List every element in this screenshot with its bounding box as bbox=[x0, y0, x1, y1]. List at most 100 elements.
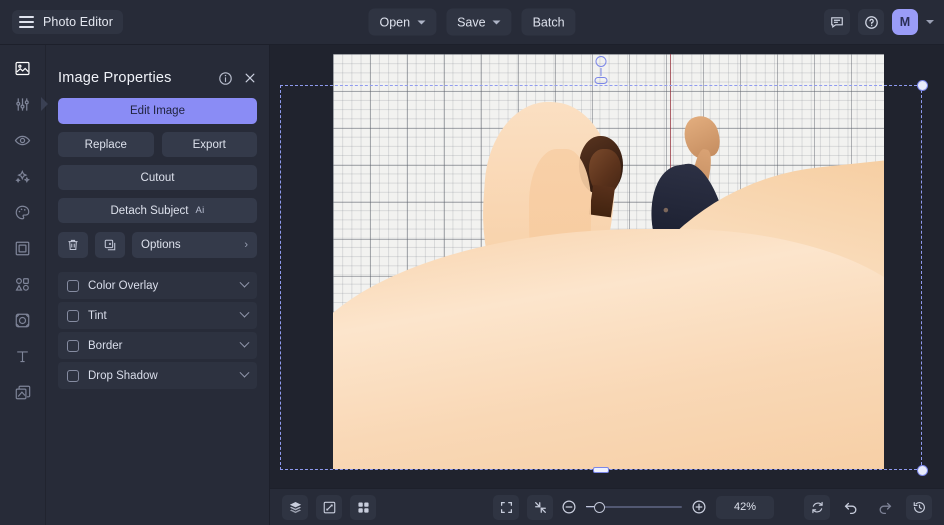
grid-button[interactable] bbox=[350, 495, 376, 520]
delete-button[interactable] bbox=[58, 232, 88, 258]
chevron-down-icon[interactable] bbox=[240, 278, 250, 288]
reset-button[interactable] bbox=[804, 495, 830, 520]
zoom-level-value[interactable]: 42% bbox=[716, 496, 774, 519]
rotate-handle-circle bbox=[596, 56, 607, 67]
rotate-handle-stem bbox=[600, 68, 601, 76]
zoom-out-button[interactable] bbox=[561, 499, 577, 515]
open-button-label: Open bbox=[379, 15, 410, 29]
artboard-image[interactable] bbox=[333, 54, 884, 469]
canvas-viewport[interactable] bbox=[270, 45, 944, 488]
options-button[interactable]: Options › bbox=[132, 232, 257, 258]
rail-item-palette[interactable] bbox=[8, 199, 38, 225]
resize-handle-bottom-right[interactable] bbox=[917, 465, 928, 476]
rail-item-adjustments[interactable] bbox=[8, 91, 38, 117]
option-row-drop-shadow[interactable]: Drop Shadow bbox=[58, 362, 257, 389]
tool-rail bbox=[0, 45, 46, 525]
batch-button-label: Batch bbox=[533, 15, 565, 29]
export-button[interactable]: Export bbox=[162, 132, 258, 157]
undo-button[interactable] bbox=[838, 495, 864, 520]
close-icon bbox=[243, 71, 257, 85]
panel-close-button[interactable] bbox=[243, 71, 257, 85]
rail-item-layers[interactable] bbox=[8, 379, 38, 405]
grid-icon bbox=[356, 500, 371, 515]
rail-item-image[interactable] bbox=[8, 55, 38, 81]
account-chevron-down-icon[interactable] bbox=[926, 20, 934, 24]
ai-badge: Ai bbox=[195, 205, 204, 216]
chevron-down-icon[interactable] bbox=[240, 338, 250, 348]
rail-item-frame[interactable] bbox=[8, 235, 38, 261]
zoom-slider[interactable] bbox=[586, 500, 682, 514]
effects-sparkle-icon bbox=[14, 168, 31, 185]
undo-icon bbox=[843, 499, 859, 515]
rail-item-effects[interactable] bbox=[8, 163, 38, 189]
chevron-down-icon[interactable] bbox=[240, 368, 250, 378]
panel-collapse-arrow[interactable] bbox=[41, 97, 48, 111]
option-label: Drop Shadow bbox=[88, 370, 158, 382]
object-tools-row: Options › bbox=[58, 232, 257, 258]
zoom-in-icon bbox=[691, 499, 707, 515]
help-button[interactable] bbox=[858, 9, 884, 35]
batch-button[interactable]: Batch bbox=[522, 9, 576, 36]
bottom-bar: 42% bbox=[270, 488, 944, 525]
option-row-tint[interactable]: Tint bbox=[58, 302, 257, 329]
image-icon bbox=[14, 60, 31, 77]
fit-screen-icon bbox=[499, 500, 514, 515]
top-bar: Photo Editor Open Save Batch bbox=[0, 0, 944, 45]
option-row-border[interactable]: Border bbox=[58, 332, 257, 359]
drop-shadow-checkbox[interactable] bbox=[67, 370, 79, 382]
avatar[interactable]: M bbox=[892, 9, 918, 35]
redo-icon bbox=[877, 499, 893, 515]
replace-export-row: Replace Export bbox=[58, 132, 257, 157]
eye-icon bbox=[14, 132, 31, 149]
border-checkbox[interactable] bbox=[67, 340, 79, 352]
redo-button[interactable] bbox=[872, 495, 898, 520]
cutout-button[interactable]: Cutout bbox=[58, 165, 257, 190]
save-button[interactable]: Save bbox=[446, 9, 512, 36]
transform-button[interactable] bbox=[316, 495, 342, 520]
fit-screen-button[interactable] bbox=[493, 495, 519, 520]
comment-button[interactable] bbox=[824, 9, 850, 35]
layers-button[interactable] bbox=[282, 495, 308, 520]
frame-icon bbox=[14, 240, 31, 257]
zoom-slider-knob[interactable] bbox=[594, 502, 605, 513]
chevron-down-icon bbox=[417, 20, 425, 24]
tint-checkbox[interactable] bbox=[67, 310, 79, 322]
zoom-in-button[interactable] bbox=[691, 499, 707, 515]
rail-item-shapes[interactable] bbox=[8, 271, 38, 297]
photo-editor-app: Photo Editor Open Save Batch bbox=[0, 0, 944, 525]
history-button[interactable] bbox=[906, 495, 932, 520]
panel-info-button[interactable] bbox=[218, 71, 233, 86]
comment-icon bbox=[830, 15, 844, 29]
color-overlay-checkbox[interactable] bbox=[67, 280, 79, 292]
edit-image-button[interactable]: Edit Image bbox=[58, 98, 257, 124]
center-actions: Open Save Batch bbox=[368, 9, 575, 36]
transform-icon bbox=[322, 500, 337, 515]
options-label: Options bbox=[141, 239, 181, 251]
detach-subject-button[interactable]: Detach Subject Ai bbox=[58, 198, 257, 223]
info-icon bbox=[218, 71, 233, 86]
rotate-handle[interactable] bbox=[595, 56, 608, 86]
shapes-icon bbox=[14, 276, 31, 293]
collapse-view-button[interactable] bbox=[527, 495, 553, 520]
top-right-actions: M bbox=[824, 9, 934, 35]
hamburger-icon bbox=[19, 16, 34, 28]
panel-header: Image Properties bbox=[58, 58, 257, 98]
open-button[interactable]: Open bbox=[368, 9, 436, 36]
rail-item-focus[interactable] bbox=[8, 307, 38, 333]
duplicate-button[interactable] bbox=[95, 232, 125, 258]
rail-item-visibility[interactable] bbox=[8, 127, 38, 153]
duplicate-icon bbox=[103, 238, 117, 252]
option-label: Color Overlay bbox=[88, 280, 158, 292]
app-menu-button[interactable]: Photo Editor bbox=[12, 10, 123, 34]
rail-item-text[interactable] bbox=[8, 343, 38, 369]
replace-button[interactable]: Replace bbox=[58, 132, 154, 157]
resize-handle-top-right[interactable] bbox=[917, 80, 928, 91]
collapse-icon bbox=[533, 500, 548, 515]
zoom-out-icon bbox=[561, 499, 577, 515]
option-row-color-overlay[interactable]: Color Overlay bbox=[58, 272, 257, 299]
chevron-down-icon[interactable] bbox=[240, 308, 250, 318]
trash-icon bbox=[66, 238, 80, 252]
reset-icon bbox=[810, 500, 825, 515]
crop-focus-icon bbox=[14, 312, 31, 329]
palette-icon bbox=[14, 204, 31, 221]
